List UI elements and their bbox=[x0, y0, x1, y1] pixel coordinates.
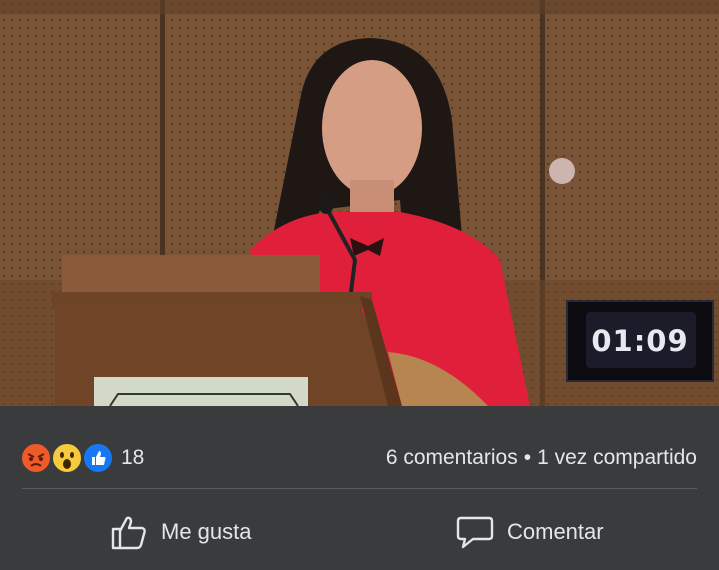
like-icon bbox=[82, 442, 114, 474]
post-stats: 6 comentarios • 1 vez compartido bbox=[386, 446, 697, 470]
countdown-timer: 01:09 bbox=[566, 300, 714, 382]
video-player[interactable]: 01:09 bbox=[0, 0, 719, 406]
comment-button[interactable]: Comentar bbox=[455, 510, 604, 554]
divider bbox=[22, 488, 697, 489]
wow-icon bbox=[51, 442, 83, 474]
angry-icon bbox=[20, 442, 52, 474]
comment-icon bbox=[456, 516, 494, 549]
like-button[interactable]: Me gusta bbox=[109, 510, 252, 554]
post-actions-bar: 18 6 comentarios • 1 vez compartido Me gus… bbox=[0, 406, 719, 570]
thumbs-up-icon bbox=[111, 516, 146, 550]
timer-text: 01:09 bbox=[591, 324, 689, 358]
comment-button-label: Comentar bbox=[507, 519, 604, 544]
reaction-count[interactable]: 18 bbox=[121, 446, 144, 470]
like-button-label: Me gusta bbox=[161, 519, 252, 544]
separator: • bbox=[523, 446, 532, 469]
comments-count[interactable]: 6 comentarios bbox=[386, 446, 518, 469]
shares-count[interactable]: 1 vez compartido bbox=[537, 446, 697, 469]
